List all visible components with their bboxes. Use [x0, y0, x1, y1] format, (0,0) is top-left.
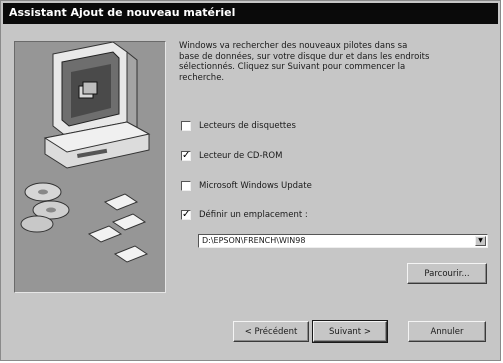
- wizard-illustration: [14, 41, 166, 293]
- checkbox-cdrom[interactable]: ✓: [181, 150, 191, 161]
- option-floppy-label: Lecteurs de disquettes: [199, 120, 296, 131]
- option-windows-update-label: Microsoft Windows Update: [199, 180, 312, 191]
- location-value[interactable]: D:\EPSON\FRENCH\WIN98: [202, 236, 305, 245]
- location-combobox[interactable]: D:\EPSON\FRENCH\WIN98 ▼: [198, 234, 488, 248]
- checkbox-location[interactable]: ✓: [181, 209, 191, 220]
- window-title: Assistant Ajout de nouveau matériel: [9, 6, 236, 19]
- title-bar[interactable]: Assistant Ajout de nouveau matériel: [3, 3, 498, 24]
- option-cdrom-label: Lecteur de CD-ROM: [199, 150, 283, 161]
- instructions-text: Windows va rechercher des nouveaux pilot…: [179, 41, 430, 83]
- computer-illustration-icon: [20, 42, 151, 263]
- back-button[interactable]: < Précédent: [233, 321, 309, 342]
- chevron-down-icon[interactable]: ▼: [475, 236, 486, 246]
- option-location[interactable]: ✓ Définir un emplacement :: [181, 208, 308, 221]
- option-floppy[interactable]: Lecteurs de disquettes: [181, 119, 296, 132]
- option-cdrom[interactable]: ✓ Lecteur de CD-ROM: [181, 149, 282, 162]
- next-button[interactable]: Suivant >: [312, 320, 388, 343]
- browse-button[interactable]: Parcourir...: [407, 263, 487, 284]
- cancel-button[interactable]: Annuler: [408, 321, 486, 342]
- checkbox-floppy[interactable]: [181, 120, 191, 131]
- wizard-window: Assistant Ajout de nouveau matériel Wind…: [0, 0, 501, 361]
- option-location-label: Définir un emplacement :: [199, 209, 308, 220]
- option-windows-update[interactable]: Microsoft Windows Update: [181, 179, 312, 192]
- checkbox-windows-update[interactable]: [181, 180, 191, 191]
